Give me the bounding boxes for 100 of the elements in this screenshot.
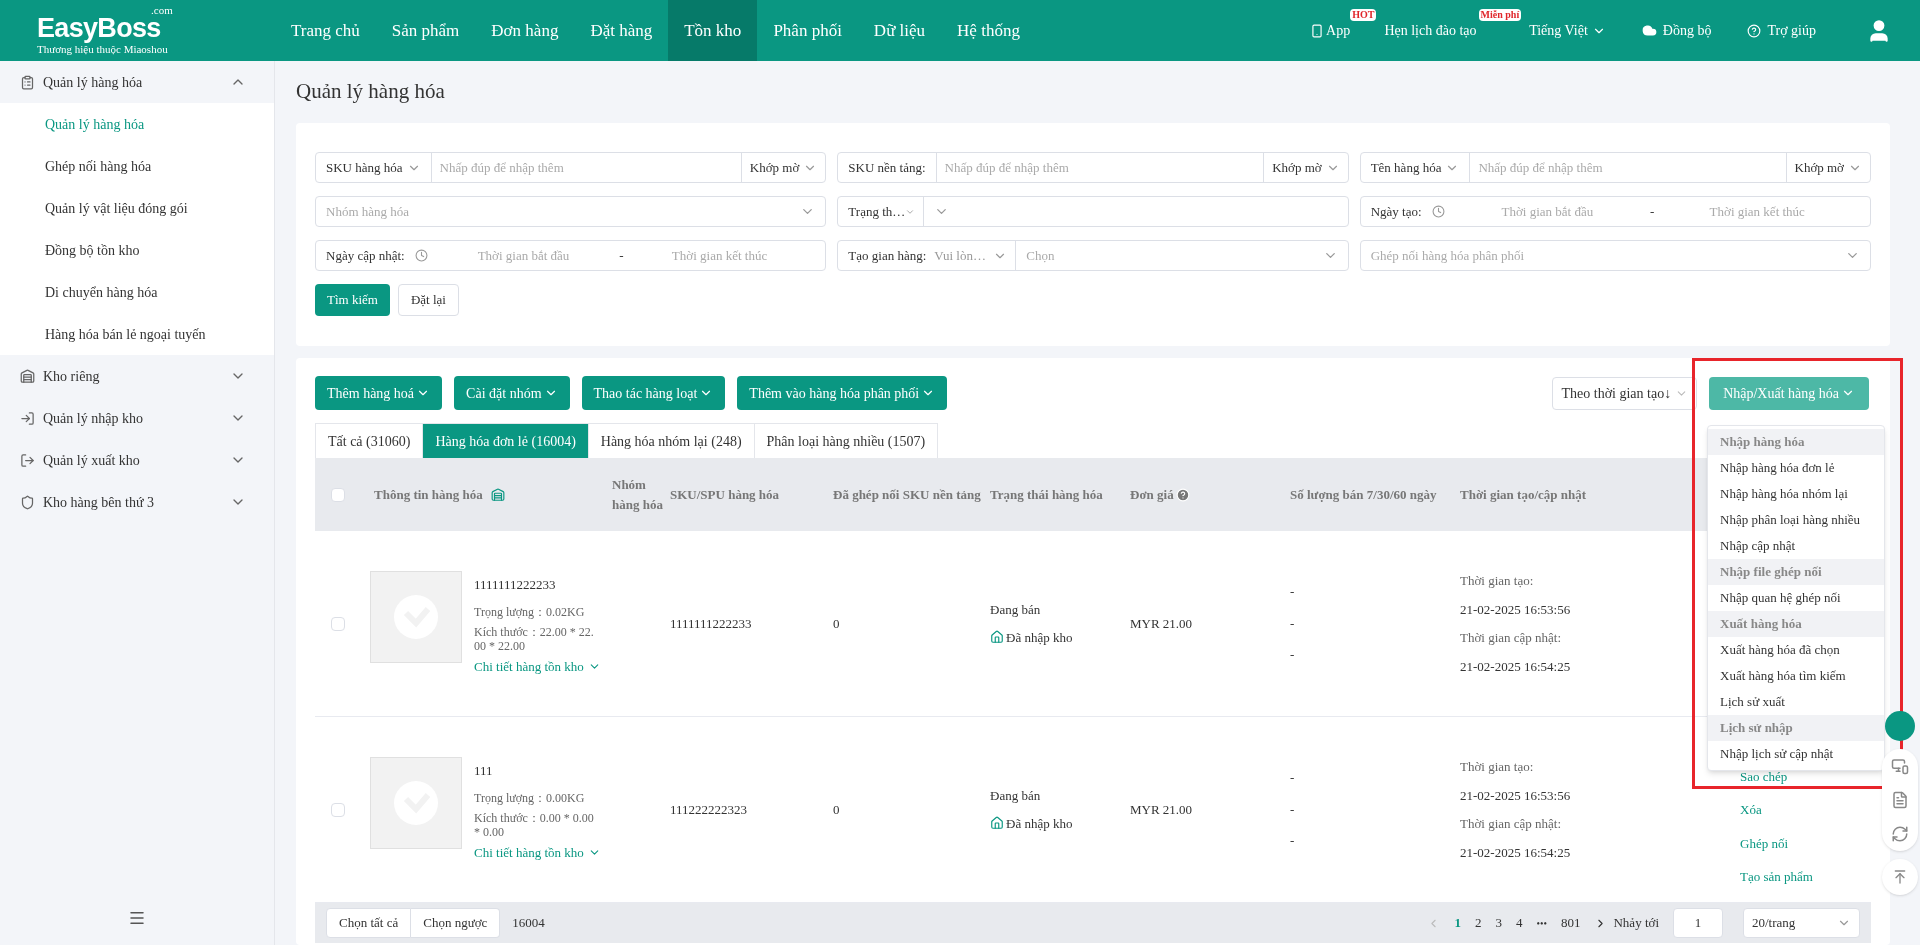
sidebar-group[interactable]: Quản lý nhập kho — [0, 397, 274, 439]
column-header: Số lượng bán 7/30/60 ngày — [1290, 486, 1437, 502]
search-button[interactable]: Tìm kiếm — [315, 284, 390, 316]
filter-label: Ngày cập nhật: — [326, 246, 405, 265]
shield-icon — [20, 494, 35, 510]
select-all-button[interactable]: Chọn tất cả — [326, 908, 412, 938]
stock-detail-link[interactable]: Chi tiết hàng tồn kho — [474, 842, 601, 862]
sidebar-group[interactable]: Kho hàng bên thứ 3 — [0, 481, 274, 523]
match-select[interactable]: Khớp mờ — [1785, 153, 1870, 182]
menu-icon[interactable] — [128, 909, 146, 927]
logo-text[interactable]: EasyBoss — [37, 15, 161, 42]
sidebar-item[interactable]: Di chuyển hàng hóa — [0, 271, 274, 313]
row-checkbox[interactable] — [330, 802, 345, 817]
page-number[interactable]: 801 — [1561, 913, 1581, 933]
menu-item[interactable]: Nhập hàng hóa đơn lẻ — [1708, 455, 1884, 481]
sync-button[interactable]: Đồng bộ — [1641, 20, 1712, 41]
page-title: Quản lý hàng hóa — [296, 78, 446, 106]
hot-label: HOT — [1350, 9, 1377, 21]
help-icon[interactable] — [1175, 487, 1190, 502]
page-size-select[interactable]: 20/trang — [1743, 908, 1860, 938]
goto-page-field[interactable]: 1 — [1673, 908, 1723, 938]
stock-detail-link[interactable]: Chi tiết hàng tồn kho — [474, 656, 601, 676]
page-number[interactable]: 2 — [1474, 913, 1482, 933]
reset-button[interactable]: Đặt lại — [397, 284, 459, 316]
sidebar-item[interactable]: Quản lý vật liệu đóng gói — [0, 187, 274, 229]
end-date: Thời gian kết thúc — [670, 246, 769, 265]
warehouse-icon[interactable] — [490, 487, 505, 502]
updated-time: 21-02-2025 16:54:25 — [1460, 657, 1572, 676]
row-action-link[interactable]: Ghép nối — [1740, 833, 1871, 853]
search-filter[interactable]: SKU nền tảng: Nhấp đúp để nhập thêm Khớp mờ — [837, 152, 1349, 183]
search-filter[interactable]: SKU hàng hóa Nhấp đúp để nhập thêm Khớp mờ — [315, 152, 827, 183]
product-size: Kích thước：0.00 * 0.00 * 0.00 — [474, 810, 595, 839]
date-range-field[interactable]: Ngày tạo: Thời gian bắt đầu - Thời gian kết thúc — [1359, 196, 1871, 227]
sidebar-item[interactable]: Đồng bộ tồn kho — [0, 229, 274, 271]
search-input[interactable]: Nhấp đúp để nhập thêm — [431, 157, 741, 178]
page-ellipsis[interactable]: ••• — [1536, 915, 1547, 931]
column-header: Thời gian tạo/cập nhật — [1460, 486, 1587, 502]
menu-item[interactable]: Nhập cập nhật — [1708, 533, 1884, 559]
sidebar-group[interactable]: Quản lý xuất kho — [0, 439, 274, 481]
menu-item[interactable]: Nhập quan hệ ghép nối — [1708, 585, 1884, 611]
action-dropdown-button[interactable]: Cài đặt nhóm — [454, 376, 570, 410]
page-number[interactable]: 4 — [1515, 913, 1523, 933]
created-time: 21-02-2025 16:53:56 — [1460, 786, 1572, 805]
sort-select[interactable]: Theo thời gian tạo↓ — [1552, 376, 1698, 410]
clock-icon — [414, 249, 428, 262]
match-select[interactable]: Khớp mờ — [740, 153, 826, 182]
nav-tab[interactable]: Dữ liệu — [857, 0, 942, 61]
help-button[interactable]: Trợ giúp — [1747, 20, 1816, 41]
language-select[interactable]: Tiếng Việt — [1529, 20, 1606, 41]
app-link[interactable]: App — [1310, 20, 1351, 41]
search-filter[interactable]: Tên hàng hóa Nhấp đúp để nhập thêm Khớp mờ — [1359, 152, 1871, 183]
clock-icon — [1431, 205, 1445, 218]
match-select[interactable]: Khớp mờ — [1263, 153, 1348, 182]
row-action-link[interactable]: Xóa — [1740, 800, 1871, 820]
search-input[interactable]: Nhấp đúp để nhập thêm — [1470, 157, 1786, 178]
nav-tab[interactable]: Sản phẩm — [375, 0, 476, 61]
menu-item[interactable]: Xuất hàng hóa đã chọn — [1708, 637, 1884, 663]
filter-label[interactable]: Tên hàng hóa — [1360, 153, 1471, 182]
menu-item[interactable]: Nhập phân loại hàng nhiều — [1708, 507, 1884, 533]
nav-tab[interactable]: Phân phối — [757, 0, 858, 61]
training-link[interactable]: Hẹn lịch đào tạo — [1384, 20, 1477, 41]
avatar[interactable] — [1885, 711, 1915, 741]
action-dropdown-button[interactable]: Thao tác hàng loạt — [581, 376, 726, 410]
menu-item[interactable]: Nhập lịch sử cập nhật — [1708, 741, 1884, 767]
menu-item[interactable]: Nhập hàng hóa nhóm lại — [1708, 481, 1884, 507]
filter-label[interactable]: SKU nền tảng: — [838, 153, 937, 182]
tab[interactable]: Hàng hóa đơn lẻ (16004) — [423, 423, 589, 458]
sidebar-group[interactable]: Kho riêng — [0, 355, 274, 397]
sidebar-item[interactable]: Ghép nối hàng hóa — [0, 145, 274, 187]
start-date: Thời gian bắt đầu — [476, 246, 571, 265]
sidebar-item[interactable]: Hàng hóa bán lẻ ngoại tuyến — [0, 313, 274, 355]
search-input[interactable]: Nhấp đúp để nhập thêm — [936, 157, 1264, 178]
nav-tab[interactable]: Trang chủ — [275, 0, 376, 61]
filter-label[interactable]: SKU hàng hóa — [316, 153, 432, 182]
product-name: 1111111222233 — [474, 576, 557, 594]
device-icon[interactable] — [1891, 757, 1909, 775]
nav-tab[interactable]: Đặt hàng — [574, 0, 669, 61]
sidebar-group[interactable]: Quản lý hàng hóa — [0, 61, 274, 103]
date-range-field[interactable]: Ngày cập nhật: Thời gian bắt đầu - Thời gian kết thúc — [315, 240, 827, 271]
nav-tab[interactable]: Hệ thống — [941, 0, 1036, 61]
menu-item[interactable]: Lịch sử xuất — [1708, 689, 1884, 715]
updated-time: 21-02-2025 16:54:25 — [1460, 843, 1572, 862]
column-header: Đơn giá — [1130, 485, 1174, 504]
updated-label: Thời gian cập nhật: — [1460, 815, 1563, 833]
product-name: 111 — [474, 762, 494, 780]
action-dropdown-button[interactable]: Thêm hàng hoá — [315, 376, 443, 410]
product-size: Kích thước：22.00 * 22.00 * 22.00 — [474, 624, 595, 653]
row-checkbox[interactable] — [330, 616, 345, 631]
menu-item[interactable]: Xuất hàng hóa tìm kiếm — [1708, 663, 1884, 689]
back-to-top-button[interactable] — [1882, 859, 1918, 895]
document-icon[interactable] — [1891, 791, 1909, 809]
invert-selection-button[interactable]: Chọn ngược — [411, 908, 501, 938]
refresh-icon[interactable] — [1891, 825, 1909, 843]
nav-tab[interactable]: Tồn kho — [668, 0, 758, 61]
select-all-checkbox[interactable] — [330, 487, 345, 502]
sidebar-item[interactable]: Quản lý hàng hóa — [0, 103, 274, 145]
action-dropdown-button[interactable]: Thêm vào hàng hóa phân phối — [737, 376, 948, 410]
nav-tab[interactable]: Đơn hàng — [475, 0, 575, 61]
page-number[interactable]: 3 — [1495, 913, 1502, 933]
row-action-link[interactable]: Tạo sản phẩm — [1740, 867, 1871, 887]
